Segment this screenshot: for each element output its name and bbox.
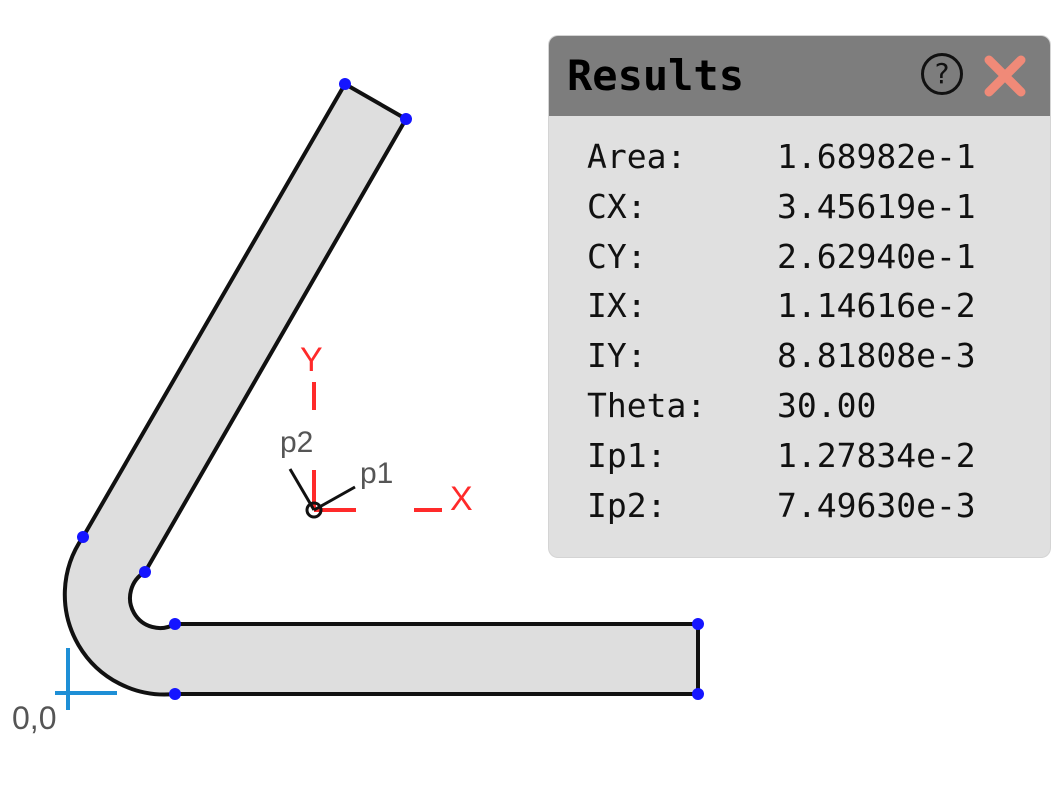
result-value: 8.81808e-3: [777, 336, 976, 376]
close-x-icon[interactable]: [981, 52, 1029, 100]
result-row-ip2: Ip2: 7.49630e-3: [587, 481, 976, 531]
vertex-handle[interactable]: [692, 618, 704, 630]
result-label: Ip1:: [587, 435, 667, 475]
result-label: CX:: [587, 186, 647, 226]
result-label: Theta:: [587, 385, 707, 425]
result-value: 3.45619e-1: [777, 186, 976, 226]
vertex-handle[interactable]: [77, 531, 89, 543]
vertex-handle[interactable]: [169, 618, 181, 630]
axis-y-label: Y: [300, 341, 323, 379]
principal-axis-1-label: p1: [360, 457, 393, 490]
result-row-iy: IY: 8.81808e-3: [587, 331, 976, 381]
result-value: 7.49630e-3: [777, 485, 976, 525]
results-header[interactable]: Results ?: [549, 36, 1050, 116]
results-panel: Results ? Area: 1.68982e-1 CX: 3.45619e-1 …: [549, 36, 1050, 557]
result-label: Area:: [587, 137, 687, 176]
vertex-handle[interactable]: [169, 688, 181, 700]
result-row-ip1: Ip1: 1.27834e-2: [587, 431, 976, 481]
result-value: 2.62940e-1: [777, 236, 976, 276]
results-list: Area: 1.68982e-1 CX: 3.45619e-1 CY: 2.62940…: [587, 132, 976, 530]
result-value: 1.27834e-2: [777, 435, 976, 475]
result-label: IX:: [587, 286, 647, 326]
question-circle-icon[interactable]: ?: [921, 53, 963, 95]
result-value: 1.68982e-1: [777, 137, 976, 176]
vertex-handle[interactable]: [692, 688, 704, 700]
result-row-cx: CX: 3.45619e-1: [587, 182, 976, 232]
result-row-cy: CY: 2.62940e-1: [587, 232, 976, 282]
principal-axis-2-label: p2: [280, 426, 313, 459]
vertex-handle[interactable]: [139, 566, 151, 578]
result-label: CY:: [587, 236, 647, 276]
origin-label: 0,0: [12, 700, 56, 736]
axis-x-label: X: [450, 480, 473, 518]
centroid-axes: X Y: [300, 341, 473, 518]
result-row-ix: IX: 1.14616e-2: [587, 281, 976, 331]
result-row-area: Area: 1.68982e-1: [587, 132, 976, 182]
result-label: IY:: [587, 336, 647, 376]
result-label: Ip2:: [587, 485, 667, 525]
result-value: 30.00: [777, 385, 877, 425]
result-row-theta: Theta: 30.00: [587, 381, 976, 431]
result-value: 1.14616e-2: [777, 286, 976, 326]
principal-axes: p1 p2: [280, 426, 393, 512]
results-title: Results: [567, 51, 745, 100]
vertex-handle[interactable]: [339, 78, 351, 90]
vertex-handle[interactable]: [400, 113, 412, 125]
